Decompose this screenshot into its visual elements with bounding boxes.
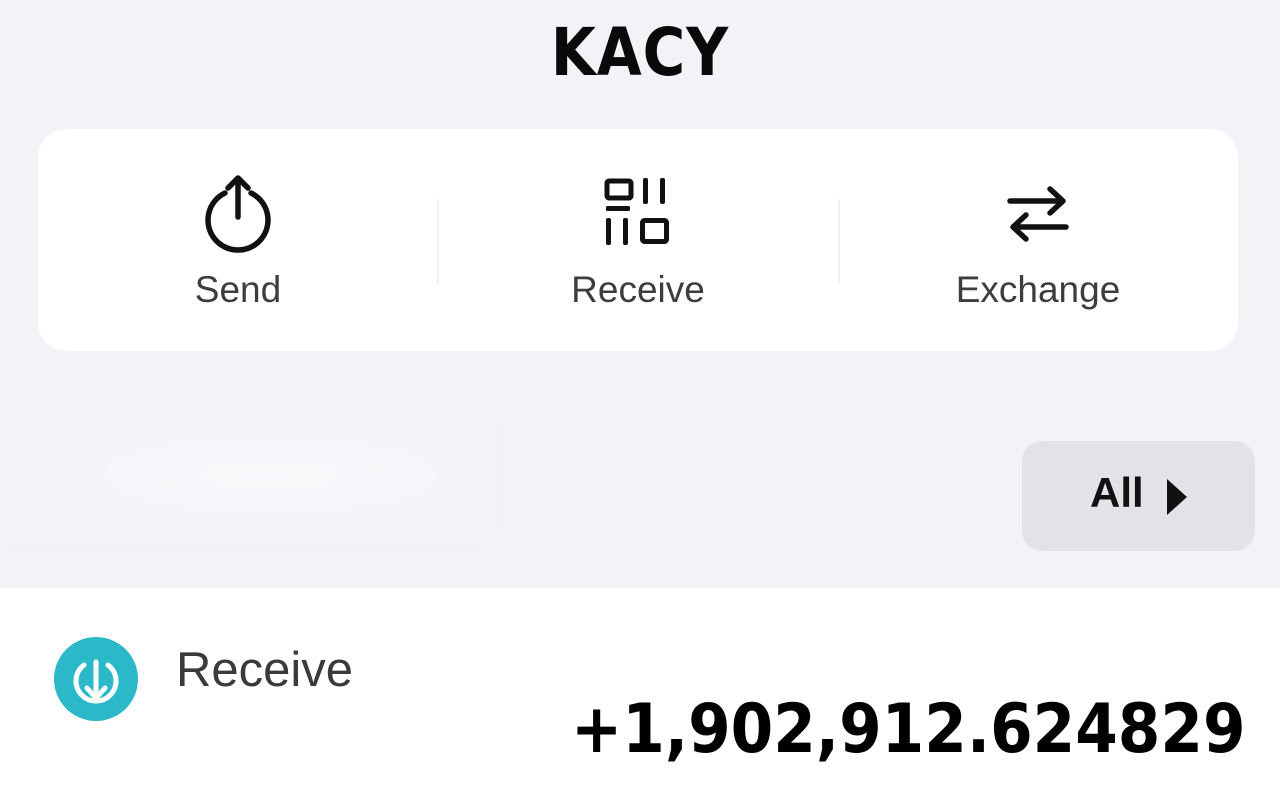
send-button[interactable]: Send [38,129,438,351]
send-label: Send [194,269,282,310]
filter-label: All [1090,469,1144,516]
exchange-arrows-icon [1007,186,1069,242]
caret-right-icon [1167,479,1187,515]
send-icon [205,175,271,253]
filter-all-button[interactable]: All [1022,441,1255,551]
transaction-amount: +1,902,912.624829 [571,690,1246,769]
transaction-title: Receive [176,643,354,697]
qr-code-icon [604,178,669,245]
exchange-button[interactable]: Exchange [838,129,1238,351]
receive-down-arrow-icon [54,637,138,721]
exchange-label: Exchange [955,269,1121,310]
receive-button[interactable]: Receive [438,129,838,351]
quick-actions-card: Send Receive Exchange [38,129,1238,351]
page-title: KACY [550,14,730,91]
blurred-region [0,415,490,535]
receive-label: Receive [571,269,705,310]
